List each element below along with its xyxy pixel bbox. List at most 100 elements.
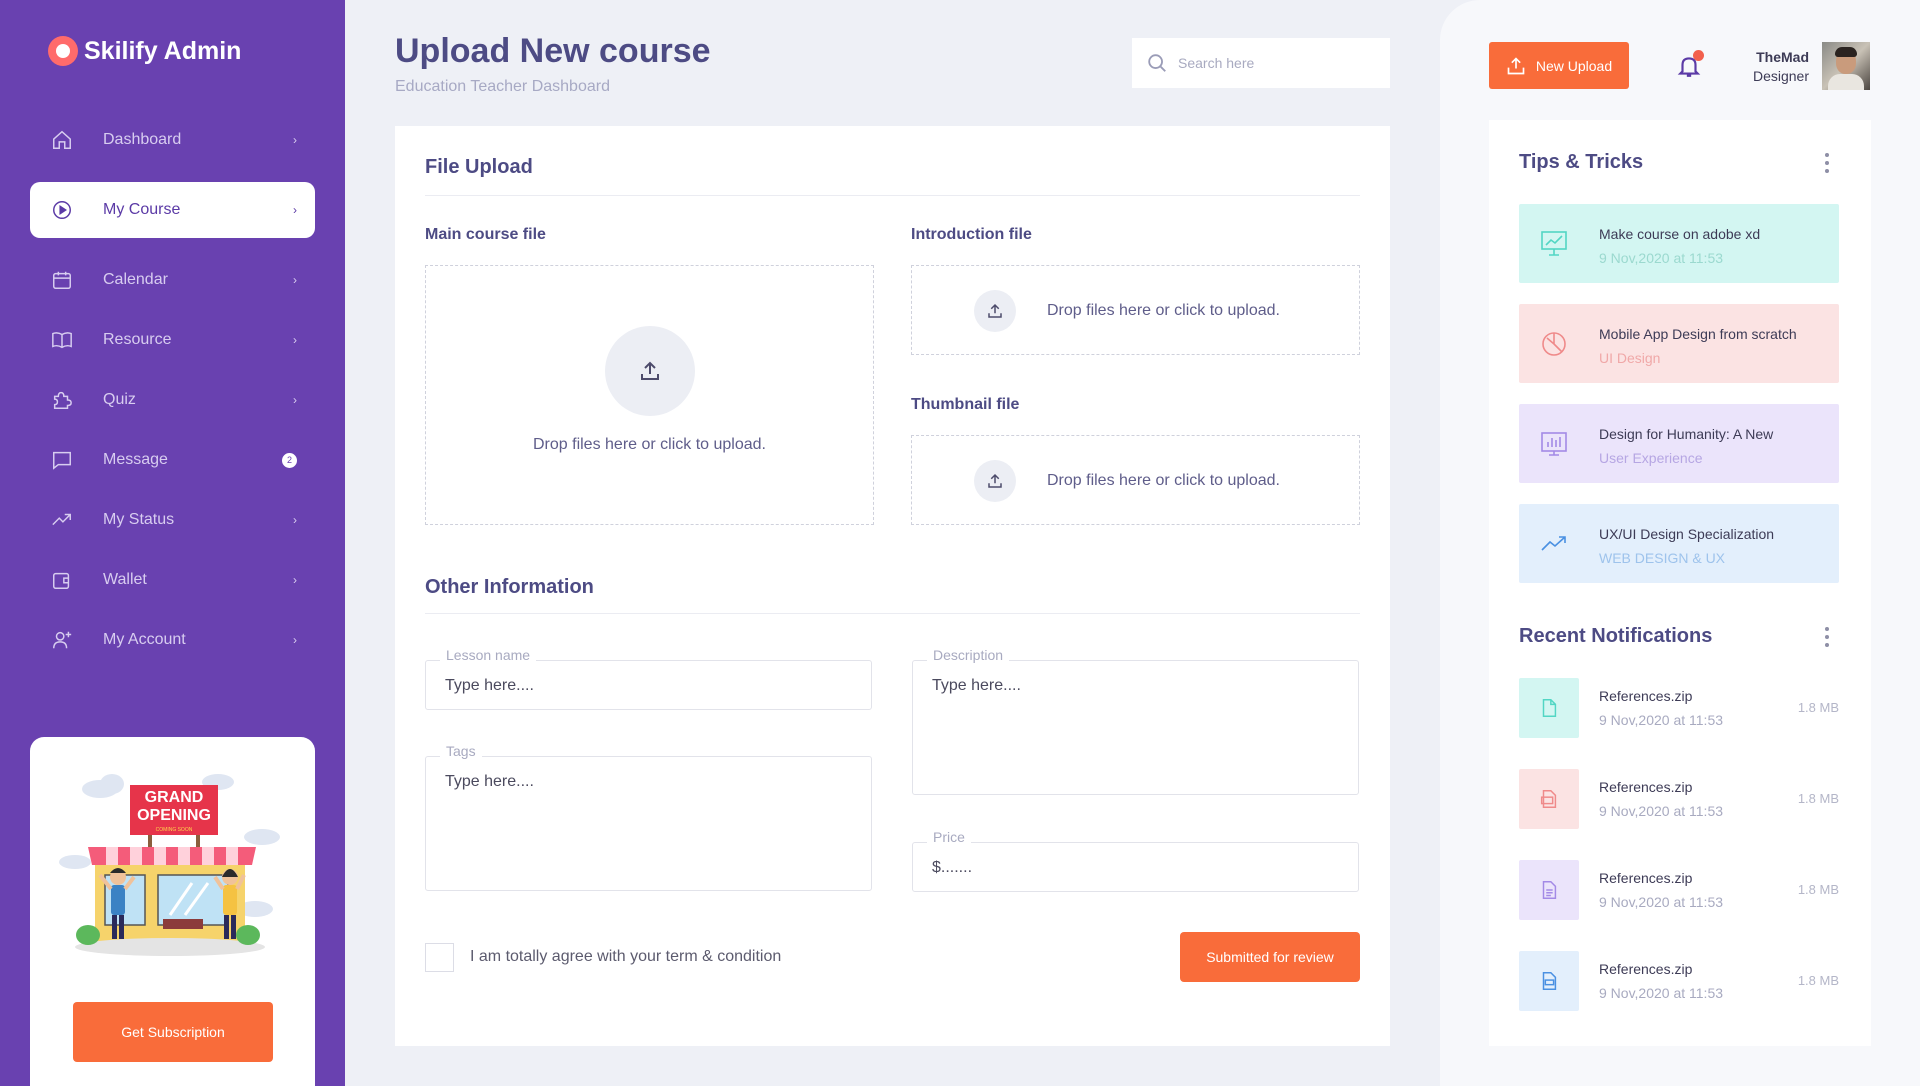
notification-time: 9 Nov,2020 at 11:53 bbox=[1599, 803, 1724, 819]
upload-icon bbox=[1507, 56, 1525, 74]
other-information-title: Other Information bbox=[425, 576, 594, 598]
notification-item[interactable]: References.zip 9 Nov,2020 at 11:53 1.8 M… bbox=[1519, 860, 1839, 920]
description-field[interactable]: Description Type here.... bbox=[912, 647, 1359, 795]
sidebar-item-label: Quiz bbox=[103, 391, 136, 408]
price-value: $....... bbox=[932, 859, 973, 876]
introduction-dropzone[interactable]: Drop files here or click to upload. bbox=[911, 265, 1360, 355]
notification-time: 9 Nov,2020 at 11:53 bbox=[1599, 985, 1724, 1001]
tip-item[interactable]: UX/UI Design Specialization WEB DESIGN &… bbox=[1519, 504, 1839, 583]
sidebar-item-label: Resource bbox=[103, 331, 172, 348]
notification-size: 1.8 MB bbox=[1797, 700, 1839, 715]
tip-item[interactable]: Design for Humanity: A New User Experien… bbox=[1519, 404, 1839, 483]
chevron-right-icon: › bbox=[293, 633, 297, 647]
pie-chart-icon bbox=[1539, 328, 1569, 358]
notification-item[interactable]: References.zip 9 Nov,2020 at 11:53 1.8 M… bbox=[1519, 678, 1839, 738]
sidebar: Skilify Admin Dashboard › My Course › Ca… bbox=[0, 0, 345, 1086]
upload-icon bbox=[974, 460, 1016, 502]
lesson-name-field[interactable]: Lesson name Type here.... bbox=[425, 647, 872, 710]
grand-opening-illustration: GRAND OPENING COMING SOON bbox=[59, 774, 280, 956]
chevron-right-icon: › bbox=[293, 333, 297, 347]
presentation-chart-icon bbox=[1539, 228, 1569, 258]
notification-title: References.zip bbox=[1599, 779, 1693, 795]
user-role: Designer bbox=[1752, 68, 1809, 84]
wallet-icon bbox=[50, 568, 74, 592]
notification-title: References.zip bbox=[1599, 688, 1693, 704]
play-circle-icon bbox=[50, 198, 74, 222]
sidebar-item-my-status[interactable]: My Status › bbox=[30, 492, 315, 548]
chevron-right-icon: › bbox=[293, 133, 297, 147]
sidebar-item-label: Wallet bbox=[103, 571, 147, 588]
price-field[interactable]: Price $....... bbox=[912, 829, 1359, 892]
tip-title: Make course on adobe xd bbox=[1599, 226, 1761, 242]
notification-bell-icon[interactable] bbox=[1676, 50, 1704, 79]
tip-item[interactable]: Make course on adobe xd 9 Nov,2020 at 11… bbox=[1519, 204, 1839, 283]
dropzone-text: Drop files here or click to upload. bbox=[1047, 302, 1280, 319]
main-course-dropzone[interactable]: Drop files here or click to upload. bbox=[425, 265, 874, 525]
chevron-right-icon: › bbox=[293, 393, 297, 407]
promo-sign-line2: OPENING bbox=[137, 807, 211, 824]
sidebar-item-my-account[interactable]: My Account › bbox=[30, 612, 315, 668]
sidebar-item-dashboard[interactable]: Dashboard › bbox=[30, 112, 315, 168]
file-text-icon bbox=[1519, 860, 1579, 920]
user-plus-icon bbox=[50, 628, 74, 652]
tags-field[interactable]: Tags Type here.... bbox=[425, 743, 872, 891]
dropzone-text: Drop files here or click to upload. bbox=[1047, 472, 1280, 489]
notification-size: 1.8 MB bbox=[1797, 882, 1839, 897]
promo-sign-line3: COMING SOON bbox=[156, 827, 193, 833]
file-upload-title: File Upload bbox=[425, 156, 533, 178]
sidebar-item-message[interactable]: Message 2 bbox=[30, 432, 315, 488]
sidebar-item-resource[interactable]: Resource › bbox=[30, 312, 315, 368]
notifications-title: Recent Notifications bbox=[1519, 625, 1713, 647]
sidebar-item-quiz[interactable]: Quiz › bbox=[30, 372, 315, 428]
tip-title: UX/UI Design Specialization bbox=[1599, 526, 1775, 542]
lesson-name-value: Type here.... bbox=[445, 677, 534, 694]
trending-up-icon bbox=[1539, 528, 1569, 558]
logo-icon bbox=[48, 36, 78, 66]
upload-icon bbox=[974, 290, 1016, 332]
thumbnail-dropzone[interactable]: Drop files here or click to upload. bbox=[911, 435, 1360, 525]
message-count-badge: 2 bbox=[282, 452, 297, 468]
user-name: TheMad bbox=[1756, 49, 1809, 65]
description-value: Type here.... bbox=[932, 677, 1021, 694]
subscription-promo: GRAND OPENING COMING SOON Get Subscripti… bbox=[30, 737, 315, 1086]
price-label: Price bbox=[927, 829, 971, 845]
chevron-right-icon: › bbox=[293, 573, 297, 587]
notification-item[interactable]: References.zip 9 Nov,2020 at 11:53 1.8 M… bbox=[1519, 951, 1839, 1011]
get-subscription-button[interactable]: Get Subscription bbox=[73, 1002, 273, 1062]
sidebar-item-label: Calendar bbox=[103, 271, 168, 288]
section-divider bbox=[425, 195, 1360, 196]
sidebar-item-label: My Account bbox=[103, 631, 186, 648]
message-icon bbox=[50, 448, 74, 472]
chevron-right-icon: › bbox=[293, 513, 297, 527]
tags-value: Type here.... bbox=[445, 773, 534, 790]
avatar[interactable] bbox=[1822, 42, 1870, 90]
home-icon bbox=[50, 128, 74, 152]
sidebar-item-my-course[interactable]: My Course › bbox=[30, 182, 315, 238]
trending-up-icon bbox=[50, 508, 74, 532]
file-icon bbox=[1519, 678, 1579, 738]
notification-size: 1.8 MB bbox=[1797, 791, 1839, 806]
search-icon bbox=[1148, 54, 1166, 72]
tips-more-icon[interactable] bbox=[1824, 153, 1830, 173]
calendar-icon bbox=[50, 268, 74, 292]
bar-chart-icon bbox=[1539, 428, 1569, 458]
submit-for-review-button[interactable]: Submitted for review bbox=[1180, 932, 1360, 982]
section-divider bbox=[425, 613, 1360, 614]
notification-item[interactable]: References.zip 9 Nov,2020 at 11:53 1.8 M… bbox=[1519, 769, 1839, 829]
new-upload-button[interactable]: New Upload bbox=[1489, 42, 1629, 89]
notifications-more-icon[interactable] bbox=[1824, 627, 1830, 647]
chevron-right-icon: › bbox=[293, 273, 297, 287]
page-subtitle: Education Teacher Dashboard bbox=[395, 78, 610, 95]
search-input[interactable] bbox=[1178, 55, 1378, 71]
tip-title: Mobile App Design from scratch bbox=[1599, 326, 1797, 342]
tip-item[interactable]: Mobile App Design from scratch UI Design bbox=[1519, 304, 1839, 383]
tip-subtitle: User Experience bbox=[1599, 450, 1703, 466]
sidebar-item-wallet[interactable]: Wallet › bbox=[30, 552, 315, 608]
brand-logo[interactable]: Skilify Admin bbox=[48, 36, 241, 66]
sidebar-item-label: Dashboard bbox=[103, 131, 182, 148]
agree-checkbox[interactable] bbox=[425, 943, 454, 972]
notification-title: References.zip bbox=[1599, 961, 1693, 977]
new-upload-label: New Upload bbox=[1535, 57, 1613, 74]
sidebar-item-calendar[interactable]: Calendar › bbox=[30, 252, 315, 308]
file-pdf-icon bbox=[1519, 951, 1579, 1011]
